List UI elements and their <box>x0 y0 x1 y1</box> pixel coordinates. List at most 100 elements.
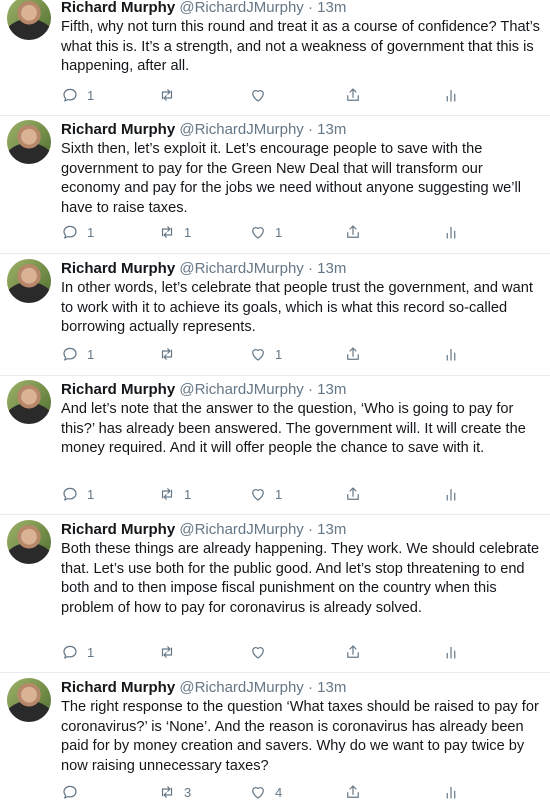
retweet-icon <box>161 89 173 101</box>
retweet-count: 3 <box>184 784 192 800</box>
reply-button[interactable]: 1 <box>61 85 94 105</box>
share-icon <box>347 645 359 658</box>
like-button[interactable]: 1 <box>249 484 282 504</box>
reply-button[interactable]: 1 <box>61 344 94 364</box>
tweet-actions: 1 1 1 <box>61 222 541 242</box>
analytics-button[interactable] <box>442 222 460 242</box>
like-button[interactable]: 4 <box>249 782 282 802</box>
tweet-time[interactable]: · 13m <box>308 679 346 696</box>
avatar[interactable] <box>7 380 51 424</box>
author-name[interactable]: Richard Murphy <box>61 260 175 277</box>
tweet-time[interactable]: · 13m <box>308 521 346 538</box>
reply-icon <box>63 88 77 102</box>
share-button[interactable] <box>344 484 362 504</box>
retweet-button[interactable]: 3 <box>158 782 191 802</box>
analytics-icon <box>446 488 456 501</box>
like-count: 1 <box>275 486 283 502</box>
share-icon <box>347 487 359 500</box>
analytics-button[interactable] <box>442 344 460 364</box>
like-button[interactable] <box>249 85 275 105</box>
tweet-text: Fifth, why not turn this round and treat… <box>61 19 540 75</box>
reply-icon <box>63 225 77 239</box>
avatar[interactable] <box>7 259 51 303</box>
reply-count: 1 <box>87 224 95 240</box>
retweet-icon <box>161 488 173 500</box>
retweet-button[interactable]: 1 <box>158 484 191 504</box>
share-button[interactable] <box>344 85 362 105</box>
avatar[interactable] <box>7 520 51 564</box>
divider <box>0 115 550 116</box>
tweet-text: Both these things are already happening.… <box>61 541 540 616</box>
share-button[interactable] <box>344 782 362 802</box>
author-handle[interactable]: @RichardJMurphy <box>179 679 303 696</box>
tweet-header: Richard Murphy @RichardJMurphy · 13m <box>61 0 346 18</box>
retweet-button[interactable] <box>158 642 184 662</box>
author-handle[interactable]: @RichardJMurphy <box>179 381 303 398</box>
share-button[interactable] <box>344 344 362 364</box>
author-name[interactable]: Richard Murphy <box>61 0 175 16</box>
retweet-button[interactable]: 1 <box>158 222 191 242</box>
retweet-button[interactable] <box>158 344 184 364</box>
author-handle[interactable]: @RichardJMurphy <box>179 121 303 138</box>
reply-count: 1 <box>87 346 95 362</box>
tweet-time[interactable]: · 13m <box>308 381 346 398</box>
share-icon <box>347 785 359 798</box>
reply-button[interactable]: 1 <box>61 222 94 242</box>
avatar[interactable] <box>7 0 51 40</box>
author-handle[interactable]: @RichardJMurphy <box>179 521 303 538</box>
retweet-button[interactable] <box>158 85 184 105</box>
analytics-button[interactable] <box>442 484 460 504</box>
reply-icon <box>63 487 77 501</box>
tweet-actions: 1 1 <box>61 344 541 364</box>
author-handle[interactable]: @RichardJMurphy <box>179 0 303 16</box>
analytics-icon <box>446 89 456 102</box>
retweet-icon <box>161 786 173 798</box>
like-button[interactable]: 1 <box>249 344 282 364</box>
author-name[interactable]: Richard Murphy <box>61 521 175 538</box>
share-icon <box>347 88 359 101</box>
like-count: 1 <box>275 224 283 240</box>
reply-count: 1 <box>87 87 95 103</box>
author-handle[interactable]: @RichardJMurphy <box>179 260 303 277</box>
tweet-header: Richard Murphy @RichardJMurphy · 13m <box>61 520 346 540</box>
reply-button[interactable] <box>61 782 87 802</box>
divider <box>0 375 550 376</box>
tweet-time[interactable]: · 13m <box>308 260 346 277</box>
heart-icon <box>252 787 264 799</box>
reply-icon <box>63 347 77 361</box>
tweet-time[interactable]: · 13m <box>308 0 346 16</box>
author-name[interactable]: Richard Murphy <box>61 679 175 696</box>
tweet-header: Richard Murphy @RichardJMurphy · 13m <box>61 380 346 400</box>
reply-button[interactable]: 1 <box>61 642 94 662</box>
tweet-actions: 1 <box>61 642 541 662</box>
divider <box>0 253 550 254</box>
divider <box>0 514 550 515</box>
heart-icon <box>252 647 264 659</box>
analytics-button[interactable] <box>442 642 460 662</box>
retweet-icon <box>161 226 173 238</box>
tweet-actions: 3 4 <box>61 782 541 802</box>
reply-button[interactable]: 1 <box>61 484 94 504</box>
tweet-text: And let’s note that the answer to the qu… <box>61 401 526 457</box>
analytics-button[interactable] <box>442 782 460 802</box>
reply-icon <box>63 645 77 659</box>
heart-icon <box>252 227 264 239</box>
avatar[interactable] <box>7 678 51 722</box>
author-name[interactable]: Richard Murphy <box>61 121 175 138</box>
tweet-header: Richard Murphy @RichardJMurphy · 13m <box>61 120 346 140</box>
like-count: 4 <box>275 784 283 800</box>
tweet-text: The right response to the question ‘What… <box>61 699 539 774</box>
analytics-icon <box>446 786 456 799</box>
analytics-button[interactable] <box>442 85 460 105</box>
share-button[interactable] <box>344 642 362 662</box>
tweet-time[interactable]: · 13m <box>308 121 346 138</box>
avatar[interactable] <box>7 120 51 164</box>
like-button[interactable] <box>249 642 275 662</box>
tweet-header: Richard Murphy @RichardJMurphy · 13m <box>61 259 346 279</box>
like-button[interactable]: 1 <box>249 222 282 242</box>
retweet-icon <box>161 348 173 360</box>
share-button[interactable] <box>344 222 362 242</box>
reply-count: 1 <box>87 486 95 502</box>
author-name[interactable]: Richard Murphy <box>61 381 175 398</box>
heart-icon <box>252 349 264 361</box>
